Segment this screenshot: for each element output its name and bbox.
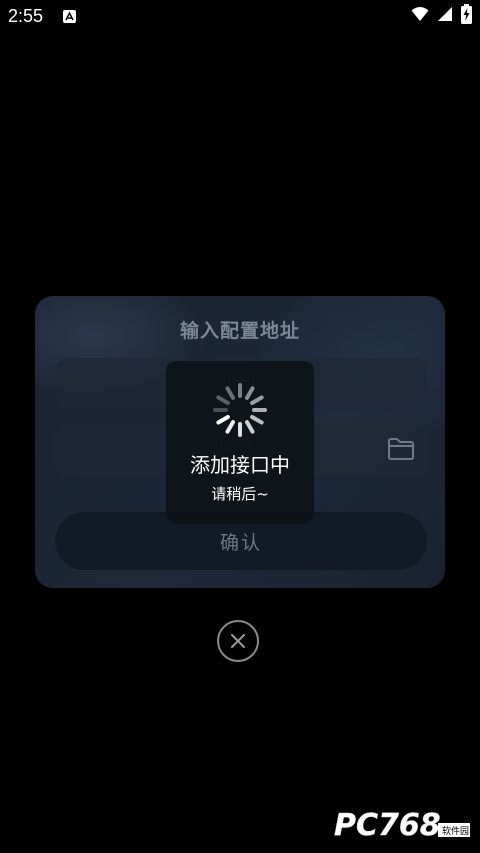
battery-charging-icon [461, 4, 472, 28]
loading-title: 添加接口中 [190, 453, 290, 477]
close-button[interactable] [217, 620, 259, 662]
watermark-logo: PC768 软件园 [332, 805, 472, 845]
dialog-title: 输入配置地址 [179, 320, 300, 342]
loading-toast: 添加接口中 请稍后~ [166, 361, 314, 524]
signal-icon [437, 6, 453, 26]
screen: 2:55 输入配置地址 确认 添加接口中 请稍后~ PC768 软件园 [0, 0, 480, 853]
watermark-subtext: 软件园 [441, 827, 469, 837]
svg-text:PC768: PC768 [334, 808, 441, 843]
status-bar: 2:55 [0, 0, 480, 34]
loading-subtitle: 请稍后~ [211, 485, 269, 503]
spinner-segment [250, 415, 264, 425]
spinner-segment [225, 420, 235, 434]
spinner-segment [216, 395, 230, 405]
folder-icon[interactable] [387, 437, 415, 461]
wifi-icon [411, 6, 429, 26]
close-icon [231, 634, 245, 648]
loading-spinner-icon [213, 383, 267, 437]
status-icons [411, 4, 472, 28]
spinner-segment [216, 415, 230, 425]
notification-a-icon [63, 10, 76, 23]
spinner-segment [245, 386, 255, 400]
confirm-label: 确认 [219, 532, 262, 554]
spinner-segment [250, 395, 264, 405]
spinner-segment [225, 386, 235, 400]
spinner-segment [245, 420, 255, 434]
status-time: 2:55 [8, 6, 44, 26]
